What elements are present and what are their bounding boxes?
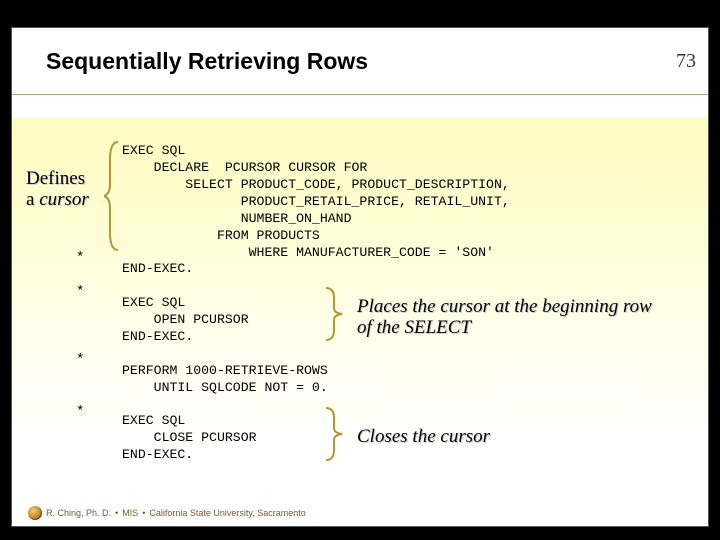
brace-defines-icon — [104, 140, 122, 252]
annotation-places: Places the cursor at the beginning row o… — [357, 296, 657, 339]
slide: Sequentially Retrieving Rows 73 Defines … — [12, 28, 708, 526]
brace-open-icon — [322, 286, 344, 342]
footer-bullet-2: • — [142, 508, 145, 518]
defines-line2-cursor: cursor — [39, 189, 89, 210]
title-underline — [12, 94, 708, 95]
footer-org: California State University, Sacramento — [149, 508, 305, 518]
defines-line2-prefix: a — [26, 189, 39, 210]
star-4: * — [76, 404, 84, 420]
slide-title: Sequentially Retrieving Rows — [46, 48, 368, 75]
annotation-closes: Closes the cursor — [357, 426, 657, 447]
star-3: * — [76, 352, 84, 368]
defines-line1: Defines — [26, 168, 85, 189]
star-1: * — [76, 250, 84, 266]
footer-logo-icon — [28, 506, 42, 520]
defines-label: Defines a cursor — [26, 168, 89, 211]
star-2: * — [76, 284, 84, 300]
footer-bullet-1: • — [115, 508, 118, 518]
footer-author: R. Ching, Ph. D. — [46, 508, 111, 518]
footer-dept: MIS — [122, 508, 138, 518]
footer: R. Ching, Ph. D. • MIS • California Stat… — [28, 506, 306, 520]
brace-close-icon — [322, 406, 344, 462]
page-number: 73 — [676, 50, 696, 73]
